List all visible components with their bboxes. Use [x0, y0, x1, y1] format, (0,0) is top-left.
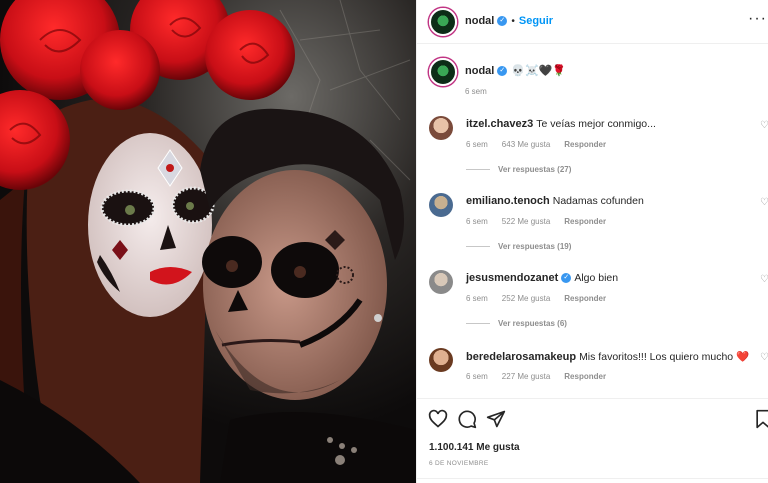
reply-button[interactable]: Responder: [564, 294, 606, 303]
follow-button[interactable]: Seguir: [519, 15, 553, 27]
comment-likes[interactable]: 227 Me gusta: [502, 372, 550, 381]
comment-time[interactable]: 6 sem: [466, 294, 488, 303]
caption-row: nodal ✓ 💀☠️🖤🌹: [465, 64, 566, 77]
caption-avatar[interactable]: [429, 58, 457, 86]
comment-like-heart-icon[interactable]: ♡: [760, 274, 768, 285]
likes-count[interactable]: 1.100.141 Me gusta: [429, 442, 520, 453]
post-date[interactable]: 6 DE NOVIEMBRE: [429, 460, 488, 467]
comment-text: Nadamas cofunden: [552, 195, 644, 207]
divider: [417, 478, 768, 479]
view-replies-label: Ver respuestas (19): [498, 242, 572, 251]
comment-time[interactable]: 6 sem: [466, 217, 488, 226]
verified-badge-icon: ✓: [561, 273, 572, 284]
author-username[interactable]: nodal: [465, 15, 494, 27]
commenter-avatar[interactable]: [429, 193, 453, 217]
replies-line: [466, 169, 490, 171]
author-avatar[interactable]: [429, 8, 457, 36]
comment-time[interactable]: 6 sem: [466, 372, 488, 381]
comment-text: Algo bien: [574, 272, 619, 284]
post-photo[interactable]: [0, 0, 416, 483]
view-replies-button[interactable]: Ver respuestas (27): [466, 165, 571, 174]
comment-item: beredelarosamakeup Mis favoritos!!! Los q…: [417, 346, 768, 390]
verified-badge-icon: ✓: [497, 16, 508, 27]
commenter-username[interactable]: itzel.chavez3: [466, 118, 533, 130]
comment-text: Mis favoritos!!! Los quiero mucho: [579, 351, 734, 363]
post-header: nodal ✓ • Seguir ···: [417, 0, 768, 44]
view-replies-button[interactable]: Ver respuestas (19): [466, 242, 571, 251]
comment-likes[interactable]: 643 Me gusta: [502, 140, 550, 149]
commenter-username[interactable]: jesusmendozanet: [466, 272, 558, 284]
commenter-avatar[interactable]: [429, 270, 453, 294]
more-options-icon[interactable]: ···: [748, 10, 767, 28]
comment-meta: 6 sem 522 Me gusta Responder: [466, 217, 620, 226]
comment-meta: 6 sem 227 Me gusta Responder: [466, 372, 620, 381]
comment-body: itzel.chavez3 Te veías mejor conmigo...: [466, 118, 656, 130]
red-heart-emoji: ❤️: [736, 351, 750, 363]
verified-badge-icon: ✓: [497, 66, 508, 77]
heart-icon[interactable]: [428, 409, 448, 429]
comment-body: emiliano.tenoch Nadamas cofunden: [466, 195, 644, 207]
comment-like-heart-icon[interactable]: ♡: [760, 197, 768, 208]
reply-button[interactable]: Responder: [564, 140, 606, 149]
caption-text: 💀☠️🖤🌹: [511, 65, 567, 77]
separator-dot: •: [511, 16, 515, 27]
comment-body: jesusmendozanet ✓ Algo bien: [466, 272, 618, 284]
comment-item: jesusmendozanet ✓ Algo bien 6 sem 252 Me gu…: [417, 268, 768, 338]
comment-item: emiliano.tenoch Nadamas cofunden 6 sem 522…: [417, 191, 768, 261]
view-replies-button[interactable]: Ver respuestas (6): [466, 319, 567, 328]
post-caption: nodal ✓ 💀☠️🖤🌹 6 sem: [417, 56, 768, 106]
replies-line: [466, 323, 490, 325]
commenter-username[interactable]: emiliano.tenoch: [466, 195, 550, 207]
comment-item: itzel.chavez3 Te veías mejor conmigo... 6…: [417, 114, 768, 184]
post-actions: 1.100.141 Me gusta 6 DE NOVIEMBRE: [417, 398, 768, 483]
comment-likes[interactable]: 522 Me gusta: [502, 217, 550, 226]
commenter-avatar[interactable]: [429, 348, 453, 372]
author-name-row: nodal ✓ • Seguir: [465, 15, 553, 27]
comment-meta: 6 sem 643 Me gusta Responder: [466, 140, 620, 149]
comment-body: beredelarosamakeup Mis favoritos!!! Los q…: [466, 350, 749, 363]
post-side-panel: nodal ✓ • Seguir ··· nodal ✓ 💀☠️🖤🌹 6 sem itze…: [416, 0, 768, 483]
reply-button[interactable]: Responder: [564, 372, 606, 381]
bookmark-icon[interactable]: [753, 409, 768, 429]
caption-username[interactable]: nodal: [465, 65, 494, 77]
replies-line: [466, 246, 490, 248]
comment-likes[interactable]: 252 Me gusta: [502, 294, 550, 303]
caption-timestamp[interactable]: 6 sem: [465, 87, 487, 96]
share-icon[interactable]: [486, 409, 506, 429]
view-replies-label: Ver respuestas (6): [498, 319, 567, 328]
comment-text: Te veías mejor conmigo...: [536, 118, 656, 130]
view-replies-label: Ver respuestas (27): [498, 165, 572, 174]
comment-like-heart-icon[interactable]: ♡: [760, 352, 768, 363]
post-image: [0, 0, 416, 483]
comment-icon[interactable]: [457, 409, 477, 429]
comment-meta: 6 sem 252 Me gusta Responder: [466, 294, 620, 303]
reply-button[interactable]: Responder: [564, 217, 606, 226]
comment-like-heart-icon[interactable]: ♡: [760, 120, 768, 131]
commenter-avatar[interactable]: [429, 116, 453, 140]
comment-time[interactable]: 6 sem: [466, 140, 488, 149]
commenter-username[interactable]: beredelarosamakeup: [466, 351, 576, 363]
